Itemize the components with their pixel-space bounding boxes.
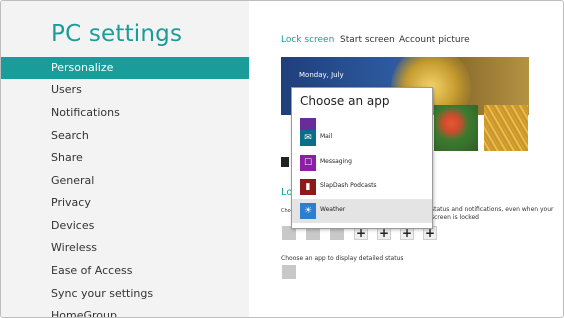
browse-button[interactable] [281,157,289,167]
app-option-slapdash-podcasts[interactable]: ▮ SlapDash Podcasts [292,175,432,199]
sidebar-item-privacy[interactable]: Privacy [1,192,249,214]
flyout-title: Choose an app [300,94,390,108]
lock-screen-apps-description-start: Cho [281,208,291,214]
messaging-icon: ☐ [300,155,316,171]
window: PC settings Personalize Users Notificati… [0,0,564,318]
app-option-label: SlapDash Podcasts [320,182,377,189]
sidebar-item-general[interactable]: General [1,170,249,192]
app-option-weather[interactable]: ☀ Weather [292,199,432,223]
sidebar: PC settings Personalize Users Notificati… [1,1,249,317]
lock-screen-apps-description: status and notifications, even when your… [431,206,554,221]
sidebar-item-share[interactable]: Share [1,147,249,169]
sidebar-item-sync-settings[interactable]: Sync your settings [1,283,249,305]
app-option-label: Weather [320,206,346,213]
sidebar-item-wireless[interactable]: Wireless [1,237,249,259]
detailed-status-label: Choose an app to display detailed status [281,255,404,262]
sidebar-item-personalize[interactable]: Personalize [1,57,249,79]
sidebar-item-homegroup[interactable]: HomeGroup [1,305,249,317]
sidebar-item-users[interactable]: Users [1,79,249,101]
app-option-messaging[interactable]: ☐ Messaging [292,151,432,175]
weather-icon: ☀ [300,203,316,219]
sidebar-item-ease-of-access[interactable]: Ease of Access [1,260,249,282]
app-option-label: Messaging [320,158,352,165]
tab-start-screen[interactable]: Start screen [340,35,395,45]
tab-account-picture[interactable]: Account picture [399,35,470,45]
app-option-label: Mail [320,133,333,140]
sidebar-item-devices[interactable]: Devices [1,215,249,237]
app-option-mail[interactable]: ✉ Mail [292,126,432,150]
background-thumbnail-grass[interactable] [484,105,528,151]
choose-app-flyout: Choose an app ✉ Mail ☐ Messaging ▮ SlapD… [291,87,433,229]
page-title: PC settings [51,21,183,47]
podcasts-icon: ▮ [300,179,316,195]
tab-lock-screen[interactable]: Lock screen [281,35,334,45]
background-thumbnail-flowers[interactable] [434,105,478,151]
sidebar-item-notifications[interactable]: Notifications [1,102,249,124]
detailed-status-slot[interactable] [282,265,296,279]
sidebar-item-search[interactable]: Search [1,125,249,147]
mail-icon: ✉ [300,130,316,146]
preview-date: Monday, July [299,71,344,79]
